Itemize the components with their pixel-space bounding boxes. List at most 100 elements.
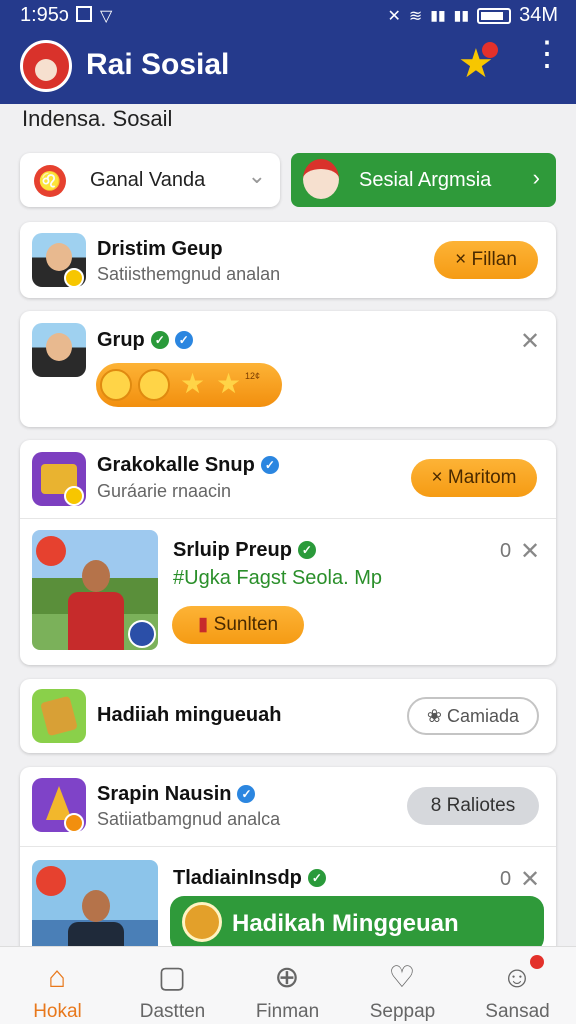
verified-icon: ✓ — [297, 541, 316, 559]
divider — [20, 846, 556, 847]
lion-badge-icon — [36, 536, 66, 566]
nav-item-home[interactable]: ⌂ Hokal — [0, 947, 115, 1024]
signal-icon: ▮▮ — [430, 7, 446, 23]
close-icon[interactable]: ✕ — [520, 865, 540, 894]
verified-blue-icon: ✓ — [237, 785, 256, 803]
location-icon: ▽ — [100, 8, 113, 25]
reaction-bar[interactable]: ★ ★ 12¢ — [96, 363, 282, 407]
follow-button-label: Maritom — [447, 467, 517, 488]
status-time: 1:95ɔ — [20, 4, 69, 26]
square-icon: ▢ — [157, 961, 187, 994]
reply-button[interactable]: 8 Raliotes — [407, 787, 539, 825]
weekly-reward-button[interactable]: Hadikah Minggeuan — [170, 896, 544, 952]
verified-icon: ✓ — [150, 331, 169, 349]
card-title: Hadiiah mingueuah — [97, 704, 282, 726]
reply-icon: 8 — [430, 795, 442, 816]
weekly-reward-label: Hadikah Minggeuan — [232, 910, 459, 937]
trash-icon: ▮ — [197, 614, 209, 635]
post-title-row: TladiainInsdp ✓ — [173, 867, 326, 890]
nav-item-sansad[interactable]: ☺ Sansad — [460, 947, 575, 1024]
nav-item-finman[interactable]: ⊕ Finman — [230, 947, 345, 1024]
coin-icon — [182, 902, 222, 942]
chevron-down-icon: ⌄ — [247, 163, 266, 188]
section-label: Indensa. Sosail — [22, 106, 173, 131]
group-card-2[interactable]: Grup ✓ ✓ ✕ ★ ★ 12¢ — [20, 311, 556, 427]
camera-button-label: Camiada — [447, 706, 520, 726]
person-figure — [68, 560, 124, 650]
star-icon: ★ — [180, 368, 206, 399]
app-title: Rai Sosial — [86, 48, 230, 81]
reaction-count: 12¢ — [244, 371, 260, 381]
group-card-3[interactable]: Grakokalle Snup ✓ Guráarie rnaacin × Mari… — [20, 440, 556, 665]
level-badge — [64, 813, 84, 833]
heart-icon: ♡ — [388, 961, 416, 994]
avatar — [32, 323, 86, 377]
post-title: TladiainInsdp — [173, 867, 302, 889]
dropdown-label: Ganal Vanda — [90, 169, 206, 191]
level-badge — [64, 268, 84, 288]
app-bar: Rai Sosial ★ ⋮ — [0, 30, 576, 104]
emoji-icon — [100, 369, 132, 401]
wifi-icon: ≋ — [408, 7, 423, 25]
plus-circle-icon: ⊕ — [274, 961, 300, 994]
home-badge-icon — [128, 620, 156, 648]
follow-button-label: Fillan — [471, 249, 517, 270]
cta-label: Sesial Argmsia — [359, 169, 492, 191]
post-count: 0 — [500, 868, 512, 890]
nav-label: Hokal — [33, 1001, 82, 1022]
post-count: 0 — [500, 540, 512, 562]
card-title-row: Srapin Nausin ✓ — [97, 783, 256, 806]
card-title-row: Grup ✓ ✓ — [97, 329, 193, 352]
camera-icon: ❀ — [426, 706, 443, 726]
app-logo[interactable] — [20, 40, 72, 92]
close-icon[interactable]: ✕ — [520, 327, 540, 356]
post-title-row: Srluip Preup ✓ — [173, 539, 316, 562]
nav-item-dastten[interactable]: ▢ Dastten — [115, 947, 230, 1024]
home-icon: ⌂ — [47, 961, 67, 994]
card-title: Grup — [97, 329, 145, 351]
camera-button[interactable]: ❀ Camiada — [407, 697, 539, 735]
card-subtitle: Guráarie rnaacin — [97, 481, 232, 501]
battery-icon — [477, 7, 512, 24]
close-icon[interactable]: ✕ — [520, 537, 540, 566]
signal-icon-2: ▮▮ — [453, 7, 470, 23]
level-badge — [64, 486, 84, 506]
post-photo[interactable] — [32, 530, 158, 650]
notification-badge — [530, 955, 544, 969]
nav-label: Sansad — [485, 1001, 550, 1022]
mute-icon: ✕ — [387, 7, 401, 25]
chevron-right-icon: › — [532, 165, 540, 190]
star-notification-badge — [482, 42, 498, 58]
action-button[interactable]: ▮ Sunlten — [172, 606, 304, 644]
battery-text: 34M — [519, 4, 558, 26]
social-cta-button[interactable]: Sesial Argmsia › — [291, 153, 556, 207]
card-subtitle: Satiiatbamgnud analca — [97, 809, 281, 829]
avatar — [32, 689, 86, 743]
post-title: Srluip Preup — [173, 539, 292, 561]
lion-icon: ♌ — [34, 165, 66, 197]
action-button-label: Sunlten — [213, 614, 279, 635]
status-right-icons: ✕ ≋ ▮▮ ▮▮ 34M — [387, 4, 558, 27]
post-hashtag[interactable]: #Ugka Fagst Seola. Mp — [173, 567, 382, 590]
group-card-1[interactable]: Dristim Geup Satiisthemgnud analan × Fil… — [20, 222, 556, 298]
nav-item-seppap[interactable]: ♡ Seppap — [345, 947, 460, 1024]
divider — [20, 518, 556, 519]
card-subtitle: Satiisthemgnud analan — [97, 264, 281, 284]
status-bar: 1:95ɔ ▽ ✕ ≋ ▮▮ ▮▮ 34M — [0, 0, 576, 30]
nav-label: Finman — [255, 1001, 320, 1022]
verified-icon: ✓ — [307, 869, 326, 887]
lion-badge-icon — [36, 866, 66, 896]
group-dropdown[interactable]: ♌ Ganal Vanda ⌄ — [20, 153, 280, 207]
follow-button[interactable]: × Fillan — [434, 241, 538, 279]
verified-blue-icon: ✓ — [260, 456, 279, 474]
nav-label: Seppap — [369, 1001, 436, 1022]
follow-button[interactable]: × Maritom — [411, 459, 537, 497]
emoji-icon — [138, 369, 170, 401]
star-icon: ★ — [216, 368, 242, 399]
notification-icon — [76, 6, 92, 22]
group-card-4[interactable]: Hadiiah mingueuah ❀ Camiada — [20, 679, 556, 753]
more-options-icon[interactable]: ⋮ — [530, 37, 564, 84]
card-title: Dristim Geup — [97, 238, 223, 260]
reply-button-label: Raliotes — [446, 795, 516, 816]
mascot-icon — [303, 159, 339, 199]
